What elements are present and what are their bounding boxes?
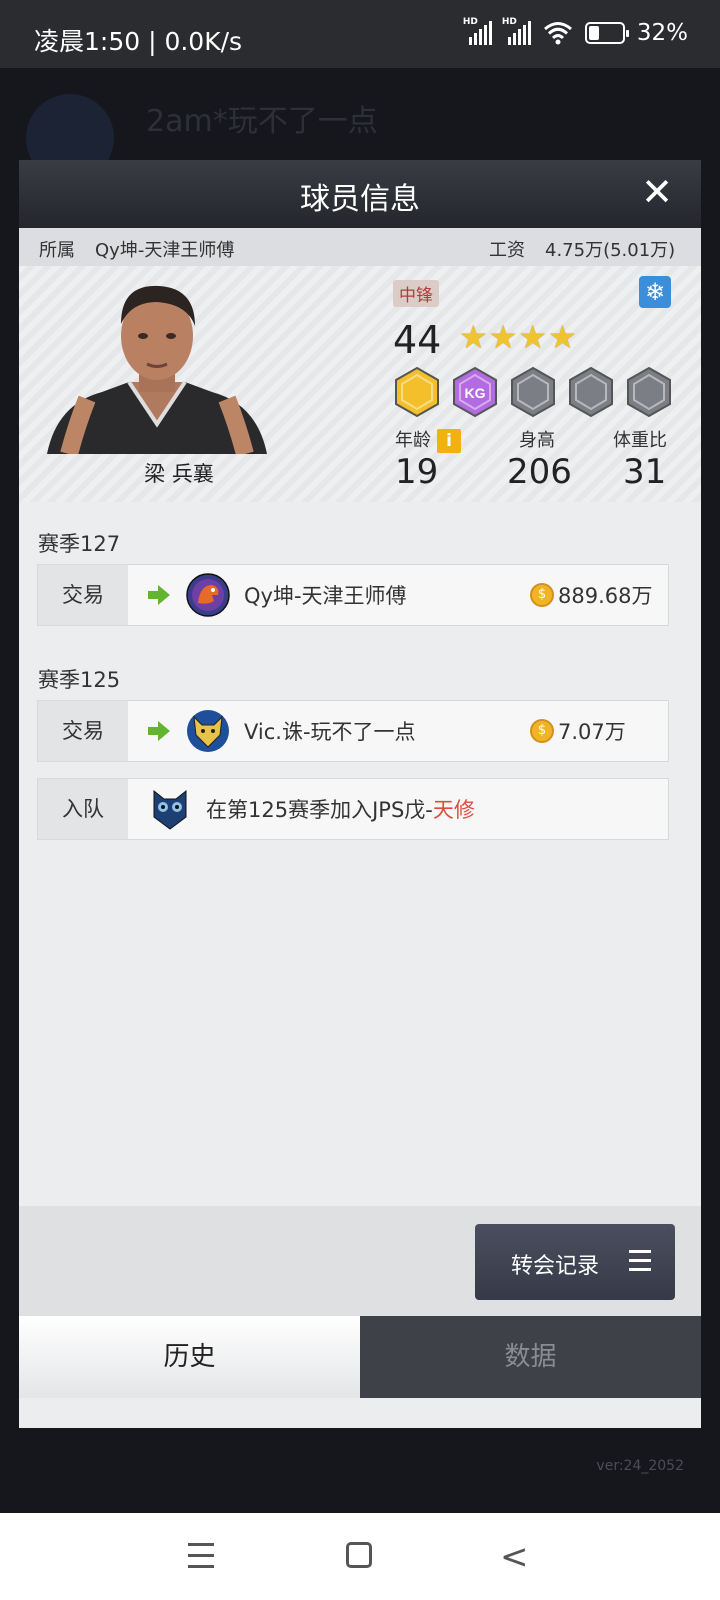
owl-logo-icon <box>153 789 187 830</box>
season-header-125: 赛季125 <box>38 668 121 692</box>
record-type: 入队 <box>38 779 128 839</box>
star-rating: ★ ★ ★ ★ <box>459 318 577 356</box>
modal-header: 球员信息 ✕ <box>19 160 701 228</box>
signal-icon-2: HD <box>502 17 531 45</box>
join-text-highlight: 天修 <box>432 798 475 822</box>
wifi-icon <box>543 22 572 45</box>
star-icon: ★ <box>518 318 548 356</box>
season-header-127: 赛季127 <box>38 532 121 556</box>
navigation-bar: < <box>0 1513 720 1600</box>
star-icon: ★ <box>548 318 577 356</box>
recent-apps-icon[interactable] <box>188 1543 214 1576</box>
tab-history[interactable]: 历史 <box>19 1316 360 1398</box>
star-icon: ★ <box>488 318 518 356</box>
close-icon[interactable]: ✕ <box>637 172 677 212</box>
home-icon[interactable] <box>346 1542 372 1568</box>
kg-badge-icon[interactable]: KG <box>451 366 499 418</box>
record-row[interactable]: 交易 Vic.诛-玩不了一点 $ 7.07万 <box>37 700 669 762</box>
locked-badge-3-icon[interactable] <box>625 366 673 418</box>
locked-badge-1-icon[interactable] <box>509 366 557 418</box>
skill-badges: KG <box>393 366 673 418</box>
player-info-modal: 球员信息 ✕ 所属 Qy坤-天津王师傅 工资 4.75万(5.01万) 梁 兵襄… <box>19 160 701 1428</box>
svg-text:KG: KG <box>465 385 486 401</box>
hd-label: HD <box>462 17 478 27</box>
transfer-amount: 889.68万 <box>558 584 653 608</box>
tab-data[interactable]: 数据 <box>360 1316 701 1398</box>
snowflake-icon[interactable]: ❄ <box>639 276 671 308</box>
gold-player-badge-icon[interactable] <box>393 366 441 418</box>
transfer-record-button[interactable]: 转会记录 <box>475 1224 675 1300</box>
star-icon: ★ <box>459 318 488 356</box>
team-name: Qy坤-天津王师傅 <box>244 584 407 608</box>
battery-percent: 32% <box>636 20 688 46</box>
back-icon[interactable]: < <box>500 1537 529 1577</box>
version-label: ver:24_2052 <box>596 1458 684 1474</box>
menu-icon <box>629 1250 651 1277</box>
background-team-title: 2am*玩不了一点 <box>146 104 378 139</box>
dino-logo-icon <box>186 573 230 617</box>
player-profile: 梁 兵襄 中锋 ❄ 44 ★ ★ ★ ★ KG 年龄 i 身高 体重比 19 206 3… <box>19 266 701 502</box>
player-rating: 44 <box>393 318 442 362</box>
player-stats: 年龄 i 身高 体重比 19 206 31 <box>379 426 689 502</box>
position-badge: 中锋 <box>393 280 439 307</box>
battery-icon <box>584 22 629 44</box>
join-text: 在第125赛季加入JPS戊-天修 <box>206 794 475 824</box>
bottom-action-area: 转会记录 <box>19 1206 701 1316</box>
weight-label: 体重比 <box>613 430 667 451</box>
record-row[interactable]: 入队 在第125赛季加入JPS戊-天修 <box>37 778 669 840</box>
modal-title: 球员信息 <box>300 182 420 217</box>
coin-icon: $ <box>530 719 554 743</box>
record-row[interactable]: 交易 Qy坤-天津王师傅 $ 889.68万 <box>37 564 669 626</box>
status-time: 凌晨1:50 | 0.0K/s <box>34 27 243 56</box>
height-label: 身高 <box>519 430 555 451</box>
affiliation-value: Qy坤-天津王师傅 <box>95 240 235 261</box>
player-portrait <box>47 285 267 454</box>
record-type: 交易 <box>38 701 128 761</box>
arrow-right-icon <box>148 721 170 741</box>
age-label: 年龄 i <box>395 426 461 453</box>
age-label-text: 年龄 <box>395 430 431 451</box>
affiliation-bar: 所属 Qy坤-天津王师傅 工资 4.75万(5.01万) <box>19 228 701 266</box>
status-bar: 凌晨1:50 | 0.0K/s HD HD 32% <box>0 0 720 68</box>
battery-level <box>588 26 599 40</box>
coin-icon: $ <box>530 583 554 607</box>
height-value: 206 <box>507 452 572 492</box>
affiliation-label: 所属 <box>39 240 75 261</box>
salary-label: 工资 <box>489 240 525 261</box>
transfer-amount: 7.07万 <box>558 720 626 744</box>
transfer-record-label: 转会记录 <box>511 1254 600 1279</box>
player-name: 梁 兵襄 <box>144 462 214 486</box>
hd-label-2: HD <box>501 17 517 27</box>
status-icons: HD HD 32% <box>463 17 688 46</box>
locked-badge-2-icon[interactable] <box>567 366 615 418</box>
age-value: 19 <box>395 452 439 492</box>
signal-icon: HD <box>463 17 492 45</box>
record-type: 交易 <box>38 565 128 625</box>
info-icon[interactable]: i <box>437 429 461 453</box>
weight-value: 31 <box>623 452 667 492</box>
join-text-prefix: 在第125赛季加入JPS戊- <box>206 798 433 822</box>
arrow-right-icon <box>148 585 170 605</box>
salary-value: 4.75万(5.01万) <box>545 240 676 261</box>
team-name: Vic.诛-玩不了一点 <box>244 720 416 744</box>
wolf-logo-icon <box>187 710 229 752</box>
